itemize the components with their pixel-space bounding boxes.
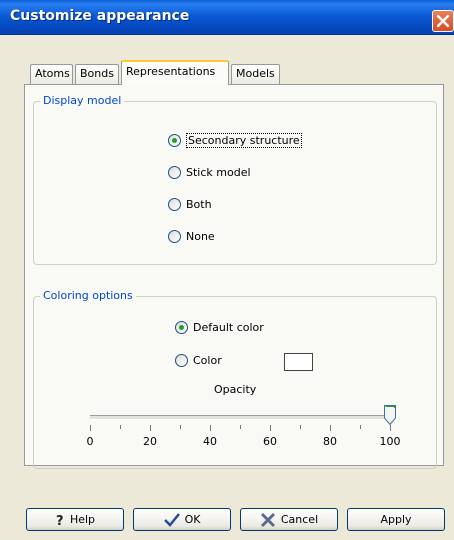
radio-button[interactable] xyxy=(175,321,188,334)
slider-tick-label: 20 xyxy=(143,435,157,448)
radio-button[interactable] xyxy=(168,198,181,211)
apply-label: Apply xyxy=(380,513,412,526)
radio-button[interactable] xyxy=(175,354,188,367)
radio-none[interactable]: None xyxy=(168,230,215,243)
radio-both[interactable]: Both xyxy=(168,198,212,211)
tab-bonds[interactable]: Bonds xyxy=(75,64,119,84)
radio-label: None xyxy=(186,230,215,243)
slider-tick xyxy=(210,425,211,431)
slider-tick-label: 0 xyxy=(86,435,94,448)
slider-tick xyxy=(390,425,391,431)
slider-tick xyxy=(120,425,121,429)
color-swatch[interactable] xyxy=(284,353,313,371)
tab-label: Atoms xyxy=(35,67,70,80)
tab-representations[interactable]: Representations xyxy=(121,60,229,85)
coloring-options-group: Coloring options Default color Color Opa… xyxy=(33,289,437,469)
radio-label: Color xyxy=(193,354,222,367)
close-button[interactable] xyxy=(432,10,454,32)
opacity-slider-thumb[interactable] xyxy=(384,405,396,425)
slider-tick-label: 80 xyxy=(323,435,337,448)
display-model-group: Display model Secondary structure Stick … xyxy=(33,94,437,265)
cancel-x-icon xyxy=(260,512,276,528)
cancel-label: Cancel xyxy=(280,513,319,526)
checkmark-icon xyxy=(163,512,180,527)
tab-label: Representations xyxy=(126,65,216,78)
apply-button[interactable]: Apply xyxy=(347,508,445,531)
slider-tick xyxy=(180,425,181,429)
title-bar[interactable]: Customize appearance xyxy=(0,0,454,35)
coloring-options-legend: Coloring options xyxy=(40,289,136,302)
slider-tick xyxy=(240,425,241,429)
ok-button[interactable]: OK xyxy=(133,508,231,531)
svg-text:?: ? xyxy=(56,514,64,526)
cancel-button[interactable]: Cancel xyxy=(240,508,338,531)
radio-button[interactable] xyxy=(168,166,181,179)
slider-tick xyxy=(150,425,151,431)
radio-label: Stick model xyxy=(186,166,251,179)
radio-stick-model[interactable]: Stick model xyxy=(168,166,251,179)
slider-tick-label: 40 xyxy=(203,435,217,448)
radio-label: Both xyxy=(186,198,212,211)
radio-button[interactable] xyxy=(168,134,181,147)
opacity-label: Opacity xyxy=(214,383,257,396)
slider-tick-label: 100 xyxy=(379,435,401,448)
radio-label: Default color xyxy=(193,321,264,334)
tab-models[interactable]: Models xyxy=(231,64,280,84)
help-button[interactable]: ? Help xyxy=(26,508,124,531)
radio-label: Secondary structure xyxy=(186,133,302,148)
slider-tick xyxy=(270,425,271,431)
tab-panel: Display model Secondary structure Stick … xyxy=(24,84,444,469)
slider-tick xyxy=(360,425,361,429)
radio-color[interactable]: Color xyxy=(175,354,222,367)
ok-label: OK xyxy=(184,513,201,526)
display-model-legend: Display model xyxy=(40,94,125,107)
tab-atoms[interactable]: Atoms xyxy=(30,64,73,84)
close-icon xyxy=(436,14,450,28)
slider-tick xyxy=(330,425,331,431)
radio-default-color[interactable]: Default color xyxy=(175,321,264,334)
slider-tick xyxy=(90,425,91,431)
tab-label: Models xyxy=(236,67,275,80)
help-icon: ? xyxy=(55,514,65,526)
radio-secondary-structure[interactable]: Secondary structure xyxy=(168,133,302,148)
opacity-slider-track[interactable] xyxy=(90,415,390,420)
window-title: Customize appearance xyxy=(10,8,190,24)
slider-tick-label: 60 xyxy=(263,435,277,448)
radio-button[interactable] xyxy=(168,230,181,243)
help-label: Help xyxy=(69,513,96,526)
slider-tick xyxy=(300,425,301,429)
tab-label: Bonds xyxy=(80,67,114,80)
